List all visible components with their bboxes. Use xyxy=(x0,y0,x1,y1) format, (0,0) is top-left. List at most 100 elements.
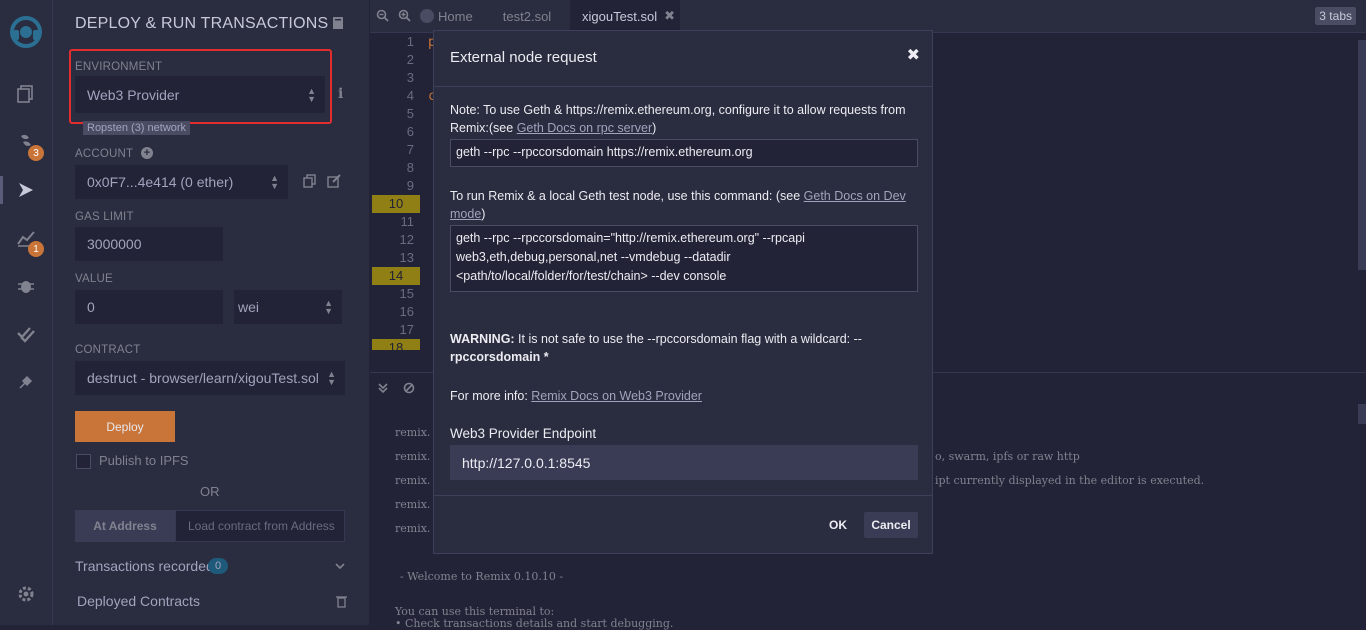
zoom-in-icon[interactable] xyxy=(398,9,411,25)
deploy-run-icon[interactable] xyxy=(14,178,38,202)
warning-label: WARNING: xyxy=(450,332,515,346)
trash-icon[interactable] xyxy=(336,595,347,611)
environment-info-icon[interactable]: i xyxy=(338,86,343,102)
terminal-line: remix. xyxy=(395,498,431,511)
external-node-modal: External node request ✖ Note: To use Get… xyxy=(433,30,933,554)
tab-home[interactable]: Home xyxy=(420,0,490,32)
active-indicator xyxy=(0,176,3,204)
chevron-down-icon[interactable] xyxy=(335,559,345,573)
value-unit-select[interactable]: wei ▲ ▼ xyxy=(234,290,342,324)
geth-rpc-command[interactable]: geth --rpc --rpccorsdomain https://remix… xyxy=(450,139,918,167)
terminal-line: remix. xyxy=(395,450,431,463)
add-account-icon[interactable]: + xyxy=(141,147,153,159)
line-number-breakpoint[interactable]: 18 xyxy=(372,339,420,350)
terminal-line: remix. xyxy=(395,522,431,535)
tab-xigoutest-label: xigouTest.sol xyxy=(582,8,658,24)
geth-dev-command[interactable]: geth --rpc --rpccorsdomain="http://remix… xyxy=(450,225,918,292)
or-divider: OR xyxy=(200,484,220,499)
select-arrows-icon: ▲ ▼ xyxy=(270,173,279,191)
deployed-contracts-label: Deployed Contracts xyxy=(77,593,200,609)
contract-select[interactable]: destruct - browser/learn/xigouTest.sol ▲… xyxy=(75,361,345,395)
close-icon[interactable]: ✖ xyxy=(907,45,920,65)
network-badge: Ropsten (3) network xyxy=(83,121,191,135)
edit-icon[interactable] xyxy=(327,174,341,191)
load-contract-input[interactable]: Load contract from Address xyxy=(175,510,345,542)
zoom-out-icon[interactable] xyxy=(376,9,389,25)
copy-icon[interactable] xyxy=(303,174,317,191)
editor-scrollbar[interactable] xyxy=(1358,40,1366,270)
publish-ipfs-label: Publish to IPFS xyxy=(99,453,189,468)
warning-flag: rpccorsdomain * xyxy=(450,350,549,364)
cancel-button[interactable]: Cancel xyxy=(864,512,918,538)
line-number: 5 xyxy=(406,106,414,121)
modal-run-note: To run Remix & a local Geth test node, u… xyxy=(450,187,920,223)
account-label: ACCOUNT xyxy=(75,148,134,160)
close-tab-icon[interactable]: ✖ xyxy=(664,8,675,24)
modal-title: External node request xyxy=(450,49,597,66)
value-input[interactable]: 0 xyxy=(75,290,223,324)
terminal-line: o, swarm, ipfs or raw http xyxy=(935,450,1080,463)
warning-text: It is not safe to use the --rpccorsdomai… xyxy=(514,332,862,346)
remix-logo-icon[interactable] xyxy=(6,12,46,52)
line-number-breakpoint[interactable]: 10 xyxy=(372,195,420,213)
line-number: 3 xyxy=(406,70,414,85)
transactions-count-badge: 0 xyxy=(208,558,228,574)
settings-gear-icon[interactable] xyxy=(14,582,38,606)
line-number: 17 xyxy=(399,322,414,337)
line-number: 12 xyxy=(399,232,414,247)
clear-terminal-icon[interactable] xyxy=(403,382,415,397)
terminal-scrollbar[interactable] xyxy=(1358,404,1366,424)
at-address-button[interactable]: At Address xyxy=(75,510,175,542)
testing-check-icon[interactable] xyxy=(14,322,38,346)
run-suffix: ) xyxy=(481,207,486,221)
compiler-badge: 3 xyxy=(28,145,44,161)
line-number-breakpoint[interactable]: 14 xyxy=(372,267,420,285)
gas-limit-label: GAS LIMIT xyxy=(75,211,134,223)
run-text: To run Remix & a local Geth test node, u… xyxy=(450,189,804,203)
contract-value: destruct - browser/learn/xigouTest.sol xyxy=(87,370,319,386)
modal-footer-divider xyxy=(434,495,932,496)
value-unit: wei xyxy=(238,299,260,315)
editor-tabs: Home test2.sol xigouTest.sol ✖ 3 tabs xyxy=(370,0,1366,33)
tab-test2[interactable]: test2.sol xyxy=(492,0,562,32)
terminal-line: • Check transactions details and start d… xyxy=(395,617,674,630)
account-select[interactable]: 0x0F7...4e414 (0 ether) ▲ ▼ xyxy=(75,165,288,199)
docs-book-icon[interactable] xyxy=(332,16,344,30)
transactions-recorded-label[interactable]: Transactions recorded xyxy=(75,558,214,574)
select-arrows-icon: ▲ ▼ xyxy=(327,369,336,387)
modal-more-info: For more info: Remix Docs on Web3 Provid… xyxy=(450,387,920,405)
line-number: 13 xyxy=(399,250,414,265)
contract-label: CONTRACT xyxy=(75,344,141,356)
terminal-line: remix. xyxy=(395,474,431,487)
line-number: 9 xyxy=(406,178,414,193)
line-number: 4 xyxy=(406,88,414,103)
tab-count-badge[interactable]: 3 tabs xyxy=(1315,7,1356,25)
plugin-manager-icon[interactable] xyxy=(14,370,38,394)
line-gutter: 1 2 3 4 5 6 7 8 9 10 11 12 13 14 15 16 1… xyxy=(370,33,422,350)
collapse-terminal-icon[interactable] xyxy=(378,382,388,397)
ok-button[interactable]: OK xyxy=(819,512,857,538)
line-number: 15 xyxy=(399,286,414,301)
remix-web3-docs-link[interactable]: Remix Docs on Web3 Provider xyxy=(531,389,702,403)
line-number: 16 xyxy=(399,304,414,319)
file-explorer-icon[interactable] xyxy=(14,82,38,106)
modal-warning: WARNING: It is not safe to use the --rpc… xyxy=(450,330,920,366)
line-number: 6 xyxy=(406,124,414,139)
line-number: 7 xyxy=(406,142,414,157)
gas-limit-input[interactable]: 3000000 xyxy=(75,227,223,261)
publish-ipfs-checkbox[interactable] xyxy=(76,454,91,469)
deploy-button[interactable]: Deploy xyxy=(75,411,175,442)
line-number: 11 xyxy=(400,214,415,229)
geth-rpc-docs-link[interactable]: Geth Docs on rpc server xyxy=(517,121,652,135)
debugger-bug-icon[interactable] xyxy=(14,274,38,298)
modal-note: Note: To use Geth & https://remix.ethere… xyxy=(450,101,920,137)
command-line: <path/to/local/folder/for/test/chain> --… xyxy=(456,269,727,283)
endpoint-input[interactable]: http://127.0.0.1:8545 xyxy=(450,445,918,480)
command-line: web3,eth,debug,personal,net --vmdebug --… xyxy=(456,250,731,264)
modal-divider xyxy=(434,86,932,87)
info-text: For more info: xyxy=(450,389,532,403)
tab-home-label: Home xyxy=(438,8,473,24)
tab-xigoutest[interactable]: xigouTest.sol ✖ xyxy=(570,0,680,32)
analysis-badge: 1 xyxy=(28,241,44,257)
highlight-box xyxy=(69,49,332,124)
